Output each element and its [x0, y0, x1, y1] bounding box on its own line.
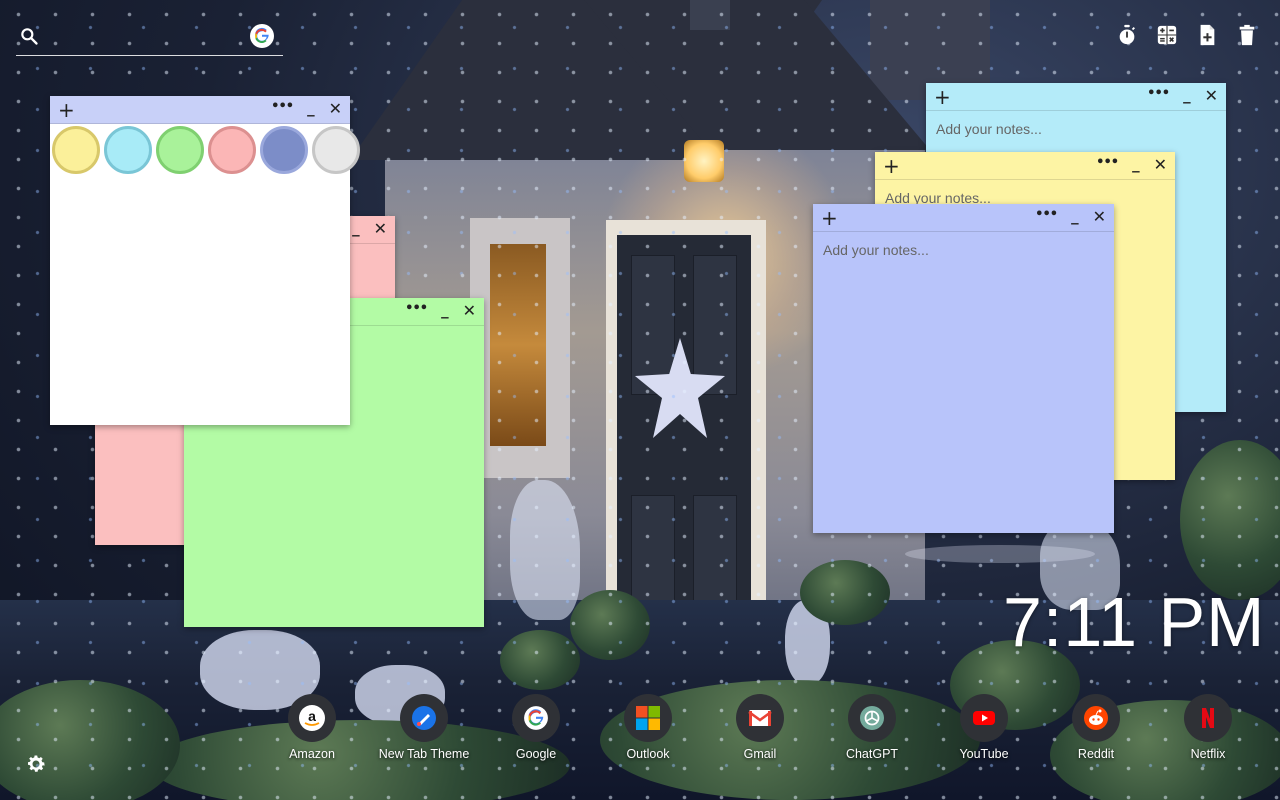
shortcut-outlook[interactable]: Outlook — [598, 694, 698, 761]
shortcut-label: Google — [515, 747, 557, 761]
add-note-plus-icon[interactable]: + — [821, 208, 838, 228]
shortcut-reddit[interactable]: Reddit — [1046, 694, 1146, 761]
shortcut-label: YouTube — [959, 747, 1009, 761]
youtube-icon — [960, 694, 1008, 742]
timer-button[interactable] — [1116, 24, 1138, 46]
color-swatch-yellow[interactable] — [52, 126, 100, 174]
netflix-icon — [1184, 694, 1232, 742]
settings-button[interactable] — [24, 752, 48, 776]
shortcuts-bar: a Amazon New Tab Theme Google Outlook Gm… — [0, 694, 1280, 774]
note-header[interactable]: + ••• _ ✕ — [50, 96, 350, 124]
trash-icon — [1239, 24, 1255, 46]
shortcut-label: ChatGPT — [845, 747, 899, 761]
shortcut-gmail[interactable]: Gmail — [710, 694, 810, 761]
shortcut-amazon[interactable]: a Amazon — [262, 694, 362, 761]
add-note-plus-icon[interactable]: + — [934, 87, 951, 107]
calculator-icon — [1157, 25, 1177, 45]
sticky-note-white[interactable]: + ••• _ ✕ — [50, 96, 360, 425]
reddit-icon — [1072, 694, 1120, 742]
more-options-icon[interactable]: ••• — [1096, 155, 1119, 170]
calculator-button[interactable] — [1156, 24, 1178, 46]
color-swatch-blue[interactable] — [104, 126, 152, 174]
shortcut-google[interactable]: Google — [486, 694, 586, 761]
new-tab-theme-icon — [400, 694, 448, 742]
delete-button[interactable] — [1236, 24, 1258, 46]
close-icon[interactable]: ✕ — [329, 99, 342, 118]
color-swatch-green[interactable] — [156, 126, 204, 174]
close-icon[interactable]: ✕ — [1154, 155, 1167, 174]
color-swatch-pink[interactable] — [208, 126, 256, 174]
add-note-icon — [1200, 24, 1215, 46]
chatgpt-icon — [848, 694, 896, 742]
microsoft-icon — [624, 694, 672, 742]
shortcut-label: Amazon — [289, 747, 335, 761]
more-options-icon[interactable]: ••• — [405, 301, 428, 316]
close-icon[interactable]: ✕ — [1093, 207, 1106, 226]
minimize-icon[interactable]: _ — [1132, 155, 1140, 173]
add-note-plus-icon[interactable]: + — [58, 100, 75, 120]
gear-icon — [28, 755, 45, 772]
new-note-button[interactable] — [1196, 24, 1218, 46]
note-textarea[interactable]: Add your notes... — [936, 121, 1216, 137]
stopwatch-icon — [1119, 24, 1135, 45]
amazon-icon: a — [288, 694, 336, 742]
note-header[interactable]: + ••• _ ✕ — [813, 204, 1114, 232]
minimize-icon[interactable]: _ — [1071, 207, 1079, 225]
google-icon — [512, 694, 560, 742]
search-icon[interactable] — [19, 26, 39, 46]
svg-text:a: a — [308, 708, 316, 724]
more-options-icon[interactable]: ••• — [1035, 207, 1058, 222]
note-header[interactable]: + ••• _ ✕ — [926, 83, 1226, 111]
color-swatch-white[interactable] — [312, 126, 360, 174]
add-note-plus-icon[interactable]: + — [883, 156, 900, 176]
color-swatch-periwinkle-selected[interactable] — [260, 126, 308, 174]
note-header[interactable]: + ••• _ ✕ — [875, 152, 1175, 180]
close-icon[interactable]: ✕ — [374, 219, 387, 238]
search-input[interactable] — [50, 24, 240, 50]
note-textarea[interactable]: Add your notes... — [823, 242, 1104, 258]
gmail-icon — [736, 694, 784, 742]
color-palette — [52, 126, 360, 174]
shortcut-netflix[interactable]: Netflix — [1158, 694, 1258, 761]
shortcut-label: Netflix — [1190, 747, 1226, 761]
google-icon[interactable] — [250, 24, 274, 48]
shortcut-label: Outlook — [626, 747, 670, 761]
minimize-icon[interactable]: _ — [352, 219, 360, 237]
search-bar — [16, 18, 283, 56]
sticky-note-periwinkle[interactable]: + ••• _ ✕ Add your notes... — [813, 204, 1114, 533]
shortcut-chatgpt[interactable]: ChatGPT — [822, 694, 922, 761]
close-icon[interactable]: ✕ — [1205, 86, 1218, 105]
more-options-icon[interactable]: ••• — [1147, 86, 1170, 101]
shortcut-label: Reddit — [1077, 747, 1115, 761]
minimize-icon[interactable]: _ — [441, 301, 449, 319]
toolbar — [1116, 24, 1258, 46]
shortcut-label: Gmail — [743, 747, 777, 761]
more-options-icon[interactable]: ••• — [271, 99, 294, 114]
shortcut-youtube[interactable]: YouTube — [934, 694, 1034, 761]
close-icon[interactable]: ✕ — [463, 301, 476, 320]
clock: 7:11 PM — [1003, 583, 1266, 661]
minimize-icon[interactable]: _ — [1183, 86, 1191, 104]
shortcut-new-tab-theme[interactable]: New Tab Theme — [374, 694, 474, 761]
shortcut-label: New Tab Theme — [378, 747, 470, 761]
minimize-icon[interactable]: _ — [307, 99, 315, 117]
